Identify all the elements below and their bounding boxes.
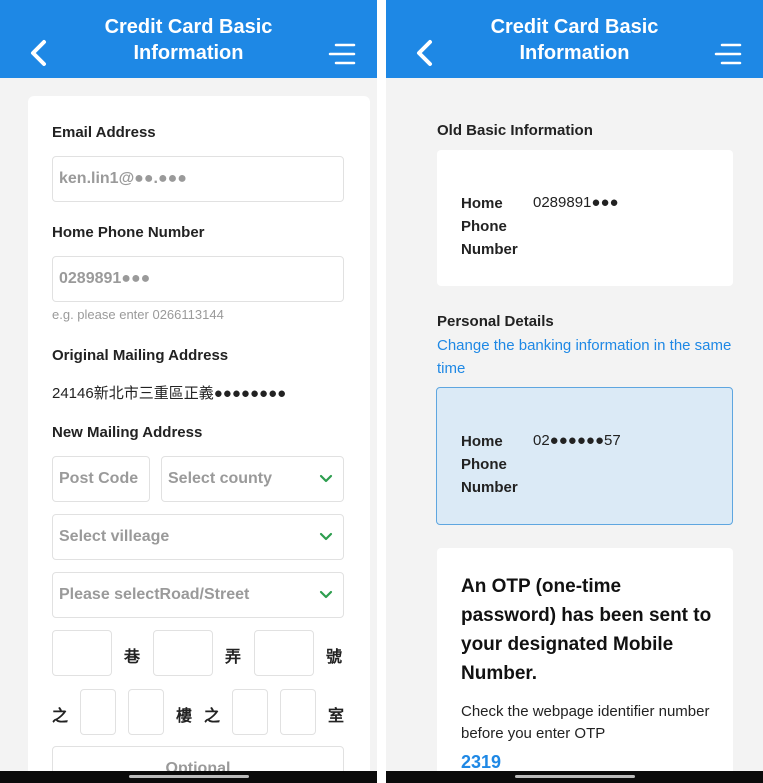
lane-input[interactable]: [52, 630, 112, 676]
app-header: Credit Card Basic Information: [0, 0, 377, 78]
floor-suffix-input[interactable]: [232, 689, 268, 735]
home-indicator[interactable]: [128, 775, 249, 778]
new-phone-value: 02●●●●●●57: [533, 432, 621, 449]
floor-label: 樓: [176, 708, 193, 725]
old-phone-label: Home Phone Number: [461, 195, 518, 258]
village-select[interactable]: Select villeage: [52, 514, 344, 560]
alley-input[interactable]: [153, 630, 213, 676]
road-placeholder: Please selectRoad/Street: [59, 586, 250, 603]
home-phone-hint: e.g. please enter 0266113144: [52, 307, 224, 322]
chevron-down-icon: [319, 590, 333, 599]
system-nav-bar: [386, 771, 763, 783]
old-info-card: Home Phone Number 0289891●●●: [437, 150, 733, 286]
old-phone-value: 0289891●●●: [533, 194, 619, 211]
original-address-label: Original Mailing Address: [52, 347, 229, 364]
back-icon[interactable]: [26, 38, 52, 68]
original-address-value: 24146新北市三重區正義●●●●●●●●: [52, 385, 287, 402]
post-code-input[interactable]: Post Code: [52, 456, 150, 502]
new-phone-label: Home Phone Number: [461, 433, 518, 496]
email-label: Email Address: [52, 124, 156, 141]
alley-label: 弄: [225, 649, 242, 666]
change-banking-link[interactable]: Change the banking information in the sa…: [437, 334, 733, 380]
home-phone-field[interactable]: 0289891●●●: [52, 256, 344, 302]
menu-icon[interactable]: [327, 40, 357, 68]
old-info-title: Old Basic Information: [437, 122, 593, 139]
chevron-down-icon: [319, 532, 333, 541]
menu-icon[interactable]: [713, 40, 743, 68]
number-suffix-input[interactable]: [80, 689, 116, 735]
otp-title: An OTP (one-time password) has been sent…: [461, 576, 712, 684]
app-header: Credit Card Basic Information: [386, 0, 763, 78]
of2-label: 之: [204, 708, 221, 725]
number-label: 號: [326, 649, 343, 666]
lane-label: 巷: [124, 649, 141, 666]
left-screen: Credit Card Basic Information Email Addr…: [0, 0, 377, 783]
new-address-label: New Mailing Address: [52, 424, 203, 441]
room-input[interactable]: [280, 689, 316, 735]
county-placeholder: Select county: [168, 470, 273, 487]
page-title: Credit Card Basic Information: [490, 16, 659, 64]
system-nav-bar: [0, 771, 377, 783]
room-label: 室: [328, 708, 345, 725]
number-input[interactable]: [254, 630, 314, 676]
village-placeholder: Select villeage: [59, 528, 170, 545]
road-select[interactable]: Please selectRoad/Street: [52, 572, 344, 618]
page-title: Credit Card Basic Information: [104, 16, 273, 64]
personal-details-title: Personal Details: [437, 313, 554, 330]
email-value: ken.lin1@●●.●●●: [59, 170, 187, 187]
otp-identifier: 2319: [461, 752, 502, 772]
chevron-down-icon: [319, 474, 333, 483]
home-indicator[interactable]: [514, 775, 635, 778]
email-field[interactable]: ken.lin1@●●.●●●: [52, 156, 344, 202]
of-label: 之: [52, 708, 69, 725]
back-icon[interactable]: [412, 38, 438, 68]
post-code-placeholder: Post Code: [59, 470, 139, 487]
new-info-card: Home Phone Number 02●●●●●●57: [436, 387, 733, 525]
right-screen: Credit Card Basic Information Old Basic …: [386, 0, 763, 783]
county-select[interactable]: Select county: [161, 456, 344, 502]
otp-instructions: Check the webpage identifier number befo…: [461, 703, 710, 742]
home-phone-label: Home Phone Number: [52, 224, 205, 241]
floor-input[interactable]: [128, 689, 164, 735]
home-phone-value: 0289891●●●: [59, 270, 151, 287]
